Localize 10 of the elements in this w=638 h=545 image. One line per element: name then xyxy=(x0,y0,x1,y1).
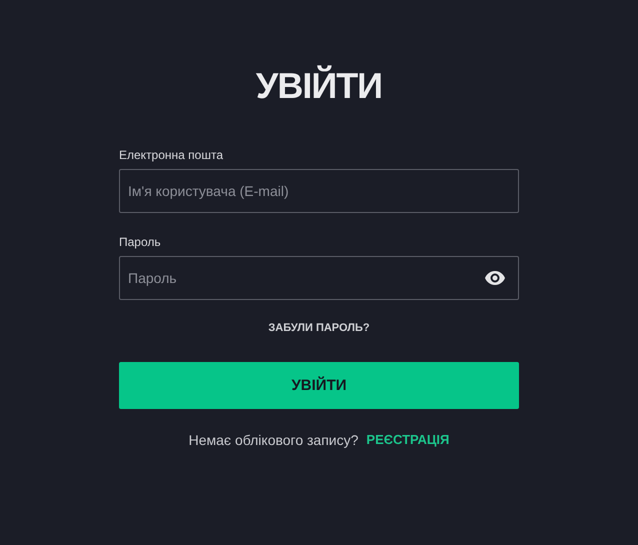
signup-prompt: Немає облікового запису? xyxy=(188,432,358,448)
password-field[interactable]: Пароль xyxy=(119,256,519,300)
login-button[interactable]: УВІЙТИ xyxy=(119,362,519,409)
field-label: Електронна пошта xyxy=(119,148,224,162)
register-link[interactable]: РЕЄСТРАЦІЯ xyxy=(366,432,450,448)
eye-icon[interactable] xyxy=(485,271,505,285)
email-field[interactable]: Ім'я користувача (E-mail) xyxy=(119,169,519,213)
page-title: УВІЙТИ xyxy=(256,64,382,108)
field-label: Пароль xyxy=(119,235,161,249)
forgot-password-link[interactable]: ЗАБУЛИ ПАРОЛЬ? xyxy=(268,322,370,334)
